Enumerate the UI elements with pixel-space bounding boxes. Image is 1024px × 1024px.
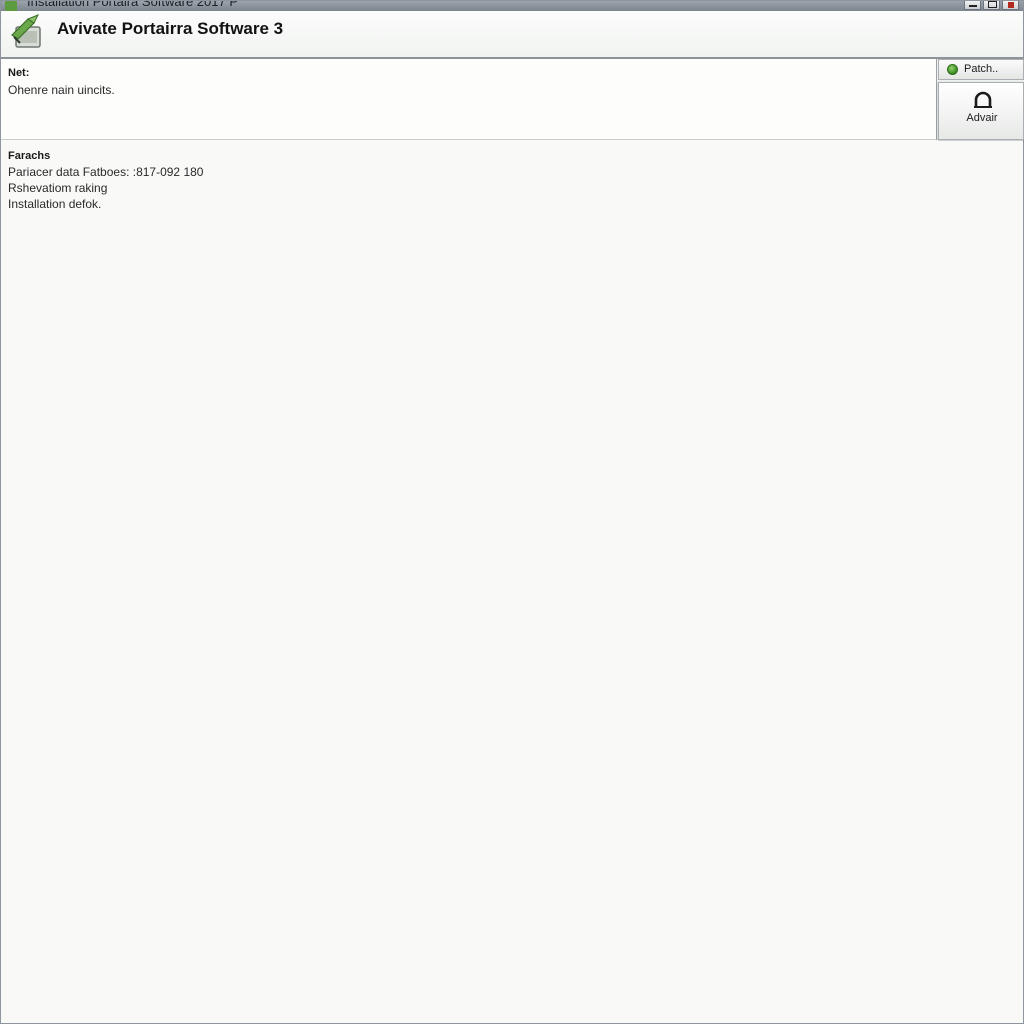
application-window: Installation Portaira Software 2017 P Av…: [0, 0, 1024, 1024]
action-panel: Patch.. Advair: [936, 59, 1024, 140]
info-value: Ohenre nain uincits.: [8, 83, 115, 97]
window-title: Installation Portaira Software 2017 P: [27, 1, 239, 9]
patch-button[interactable]: Patch..: [938, 59, 1024, 80]
status-dot-icon: [947, 64, 958, 75]
details-line: Pariacer data Fatboes: :817-092 180: [8, 165, 204, 179]
close-button[interactable]: [1002, 1, 1019, 10]
close-icon: [1008, 2, 1014, 8]
patch-button-label: Patch..: [964, 63, 999, 75]
window-controls: [964, 1, 1019, 11]
info-label: Net:: [8, 67, 30, 79]
minimize-button[interactable]: [964, 1, 981, 10]
minimize-icon: [969, 5, 977, 7]
app-header: Avivate Portairra Software 3: [1, 11, 1023, 59]
details-line: Installation defok.: [8, 197, 102, 211]
activate-button-label: Advair: [966, 112, 998, 124]
app-icon: [5, 1, 17, 11]
details-line: Rshevatiom raking: [8, 181, 108, 195]
product-title: Avivate Portairra Software 3: [57, 19, 284, 38]
restore-icon: [988, 1, 997, 8]
lock-icon: [974, 91, 992, 108]
product-logo-icon: [11, 14, 41, 48]
title-bar[interactable]: Installation Portaira Software 2017 P: [1, 1, 1023, 11]
info-panel: Net: Ohenre nain uincits.: [1, 59, 936, 140]
details-heading: Farachs: [8, 150, 51, 162]
activate-button[interactable]: Advair: [938, 82, 1024, 140]
details-section: Farachs Pariacer data Fatboes: :817-092 …: [1, 141, 1023, 1023]
restore-button[interactable]: [983, 1, 1000, 10]
